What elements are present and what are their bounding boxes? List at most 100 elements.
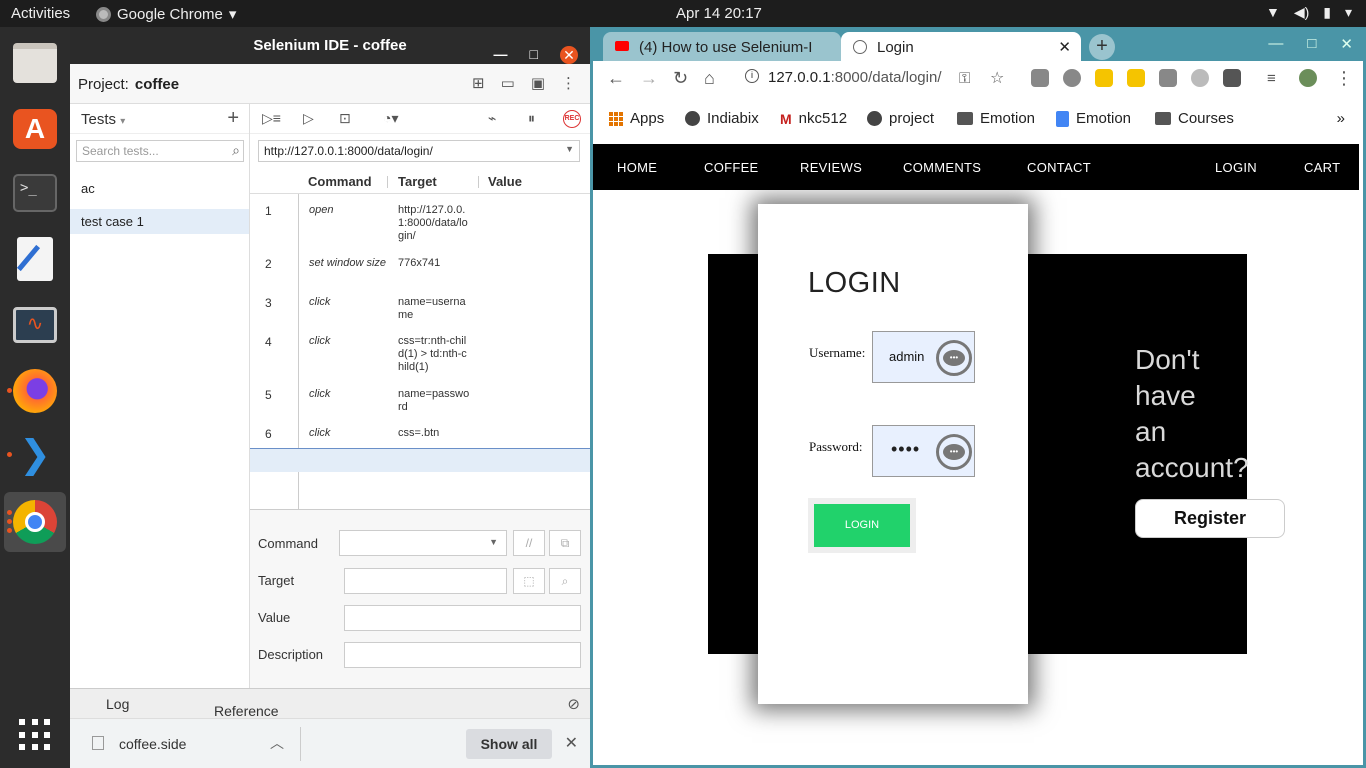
run-test-icon[interactable]: ▷ [303,110,314,127]
download-file-name[interactable]: coffee.side [119,736,186,752]
extension-globe-icon[interactable] [1063,69,1081,87]
home-icon[interactable]: ⌂ [704,68,715,89]
disable-breakpoints-icon[interactable]: ⌁ [488,110,496,127]
test-item-ac[interactable]: ac [70,176,249,201]
site-info-icon[interactable]: i [745,69,759,83]
key-icon[interactable]: ⚿ [959,70,970,87]
new-project-icon[interactable]: ⊞ [472,74,485,92]
empty-command-row[interactable] [250,448,590,472]
target-input[interactable] [344,568,507,594]
find-target-button[interactable]: ⌕ [549,568,581,594]
minimize-icon[interactable]: — [1268,35,1283,53]
extension-help-icon[interactable] [1159,69,1177,87]
extension-home-icon[interactable] [1127,69,1145,87]
dont-have-account-text: Don't have an account? [1135,344,1249,483]
bookmark-nkc512[interactable]: Mnkc512 [780,110,847,127]
nav-comments[interactable]: COMMENTS [903,160,981,175]
files-launcher[interactable] [4,33,66,93]
vscode-launcher[interactable]: ❯ [4,425,66,485]
project-name[interactable]: coffee [135,76,179,93]
running-indicator [7,528,12,533]
open-reference-button[interactable]: ⧉ [549,530,581,556]
extension-icon[interactable] [1031,69,1049,87]
software-launcher[interactable]: A [4,99,66,159]
show-applications-icon[interactable] [19,719,51,751]
password-manager-icon[interactable] [936,434,972,470]
base-url-input[interactable]: http://127.0.0.1:8000/data/login/ ▼ [258,140,580,162]
comment-toggle-button[interactable]: // [513,530,545,556]
command-select[interactable]: ▼ [339,530,507,556]
bookmark-apps[interactable]: Apps [609,110,664,127]
search-tests-input[interactable]: Search tests... ⌕ [76,140,244,162]
login-submit-button[interactable]: LOGIN [814,504,910,547]
close-icon[interactable]: ✕ [560,45,578,64]
clock[interactable]: Apr 14 20:17 [676,5,762,22]
pause-icon[interactable]: ⏸ [528,110,535,127]
url-field[interactable]: 127.0.0.1:8000/data/login/ [768,69,942,86]
terminal-launcher[interactable]: >_ [4,163,66,223]
clear-log-icon[interactable]: ⊘ [567,695,580,713]
close-downloads-icon[interactable]: ✕ [565,733,578,753]
extension-search-icon[interactable] [1095,69,1113,87]
nav-home[interactable]: HOME [617,160,657,175]
firefox-launcher[interactable] [4,361,66,421]
close-icon[interactable]: ✕ [1340,35,1353,53]
nav-reviews[interactable]: REVIEWS [800,160,862,175]
extension-headset-icon[interactable] [1191,69,1209,87]
selenium-ide-window: Selenium IDE - coffee — □ ✕ Project: coff… [70,27,590,768]
show-all-button[interactable]: Show all [466,729,552,759]
system-monitor-launcher[interactable]: ∿ [4,295,66,355]
system-tray[interactable]: ▼ ◀) ▮ ▾ [1266,4,1352,21]
step-over-icon[interactable]: ⊡ [339,110,351,127]
media-control-icon[interactable]: ≡ [1267,70,1276,87]
register-button[interactable]: Register [1135,499,1285,538]
chrome-menu-icon[interactable]: ⋮ [1335,68,1353,89]
tab-youtube[interactable]: (4) How to use Selenium-I [603,32,841,61]
wifi-icon: ▼ [1265,4,1280,20]
ide-titlebar[interactable]: Selenium IDE - coffee — □ ✕ [70,27,590,64]
new-tab-button[interactable]: + [1089,34,1115,60]
test-item-test-case-1[interactable]: test case 1 [70,209,249,234]
activities-button[interactable]: Activities [11,5,70,22]
text-editor-launcher[interactable] [4,229,66,289]
close-tab-icon[interactable]: ✕ [1058,38,1071,56]
save-project-icon[interactable]: ▣ [531,74,545,92]
username-label: Username: [809,345,866,360]
app-menu[interactable]: Google Chrome ▾ [96,5,236,23]
nav-login[interactable]: LOGIN [1215,160,1257,175]
record-button[interactable]: REC [563,110,581,128]
reload-icon[interactable]: ↻ [673,68,688,89]
more-options-icon[interactable]: ⋮ [561,74,576,92]
bookmark-emotion-doc[interactable]: Emotion [1056,110,1131,127]
bookmark-indiabix[interactable]: Indiabix [685,110,759,127]
maximize-icon[interactable]: □ [1307,35,1316,53]
tab-login[interactable]: Login ✕ [841,32,1081,61]
nav-contact[interactable]: CONTACT [1027,160,1091,175]
description-input[interactable] [344,642,581,668]
bookmark-emotion-folder[interactable]: Emotion [957,110,1035,127]
nav-coffee[interactable]: COFFEE [704,160,759,175]
chrome-launcher[interactable] [4,492,66,552]
bookmark-courses[interactable]: Courses [1155,110,1234,127]
profile-avatar[interactable] [1299,69,1317,87]
back-icon[interactable]: ← [607,68,625,89]
run-all-tests-icon[interactable]: ▷≡ [262,110,281,127]
select-target-button[interactable]: ⬚ [513,568,545,594]
value-input[interactable] [344,605,581,631]
bookmark-star-icon[interactable]: ☆ [990,68,1004,88]
chevron-up-icon[interactable]: ︿ [270,733,284,753]
username-input[interactable]: admin [872,331,975,383]
forward-icon[interactable]: → [640,68,658,89]
tests-dropdown[interactable]: Tests ▾ [81,111,125,128]
nav-cart[interactable]: CART [1304,160,1340,175]
globe-icon [853,40,867,54]
add-test-button[interactable]: + [227,107,239,130]
selenium-extension-icon[interactable] [1223,69,1241,87]
password-manager-icon[interactable] [936,340,972,376]
caret-down-icon: ▾ [228,6,237,23]
speed-icon[interactable]: ◔▾ [383,110,398,127]
password-input[interactable]: •••• [872,425,975,477]
more-bookmarks-icon[interactable]: » [1337,110,1345,127]
open-project-icon[interactable]: ▭ [501,74,515,92]
bookmark-project[interactable]: project [867,110,934,127]
